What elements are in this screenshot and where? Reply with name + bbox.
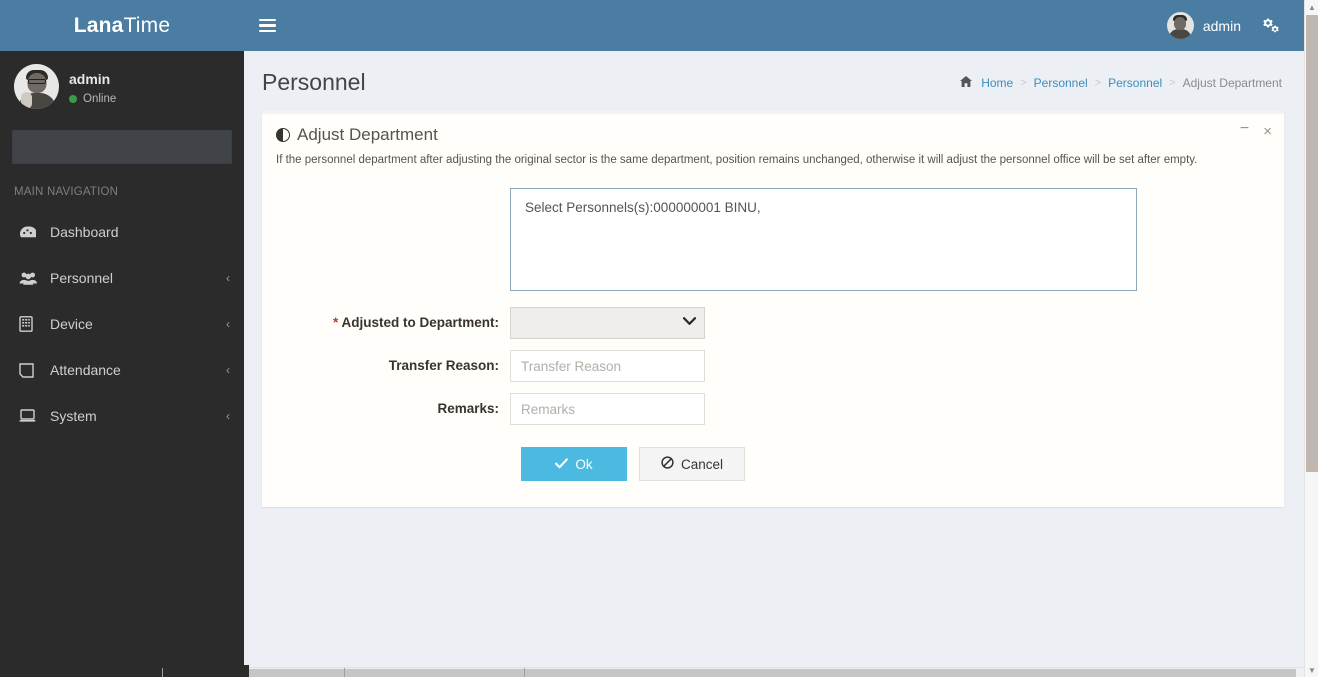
breadcrumb: Home > Personnel > Personnel > Adjust De… (960, 76, 1282, 90)
system-icon (19, 409, 41, 423)
navbar-user-menu[interactable]: admin (1153, 0, 1255, 51)
chevron-left-icon: ‹ (226, 317, 230, 331)
brand-logo[interactable]: Lana Time (0, 0, 244, 51)
nav-section-header: MAIN NAVIGATION (0, 174, 244, 209)
sidebar-item-label: Device (50, 316, 93, 332)
panel-title: Adjust Department (297, 125, 438, 144)
required-marker: * (332, 315, 339, 331)
adjust-contrast-icon (276, 128, 290, 142)
scroll-up-arrow[interactable]: ▲ (1305, 0, 1318, 14)
app-root: Lana Time admin Online MAIN NAVIGATION D… (0, 0, 1318, 677)
brand-bold: Lana (73, 13, 124, 37)
hamburger-icon[interactable] (244, 0, 290, 51)
sidebar-item-label: Attendance (50, 362, 121, 378)
ok-button-label: Ok (575, 456, 593, 472)
main-content: admin Personnel Home > Personnel > Perso… (244, 0, 1304, 677)
scroll-down-arrow[interactable]: ▼ (1305, 663, 1318, 677)
chevron-left-icon: ‹ (226, 271, 230, 285)
avatar-small (1166, 12, 1194, 39)
gears-icon[interactable] (1255, 0, 1294, 51)
panel-heading: Adjust Department If the personnel depar… (262, 114, 1284, 174)
breadcrumb-item-home[interactable]: Home (981, 76, 1013, 90)
selected-personnel-row: Select Personnels(s):000000001 BINU, (276, 188, 1270, 296)
sidebar-user-status: Online (69, 93, 116, 105)
panel-description: If the personnel department after adjust… (276, 154, 1198, 166)
department-label-text: Adjusted to Department: (341, 315, 499, 331)
sidebar-search-wrap (0, 122, 244, 174)
attendance-icon (19, 362, 41, 378)
remarks-control (510, 393, 1270, 426)
sidebar-item-device[interactable]: Device ‹ (0, 301, 244, 347)
breadcrumb-item-personnel-2[interactable]: Personnel (1108, 76, 1162, 90)
sidebar-item-system[interactable]: System ‹ (0, 393, 244, 439)
horizontal-scrollbar[interactable] (162, 667, 1304, 677)
sidebar-user-name: admin (69, 70, 111, 87)
department-control (510, 307, 1270, 340)
vertical-scrollbar[interactable]: ▲ ▼ (1304, 0, 1318, 677)
remarks-input[interactable] (510, 393, 705, 426)
panel-tools: − × (1240, 121, 1272, 139)
sidebar-item-label: Personnel (50, 270, 114, 286)
transfer-reason-input[interactable] (510, 350, 705, 383)
content-header: Personnel Home > Personnel > Personnel >… (244, 51, 1304, 111)
selected-personnel-label-spacer (276, 188, 510, 196)
users-icon (19, 271, 41, 286)
sidebar: Lana Time admin Online MAIN NAVIGATION D… (0, 0, 244, 677)
brand-light: Time (123, 13, 171, 37)
panel-body: Select Personnels(s):000000001 BINU, * A… (262, 174, 1284, 507)
breadcrumb-item-current: Adjust Department (1182, 76, 1282, 90)
online-status-icon (69, 94, 77, 103)
home-icon (960, 76, 973, 90)
selected-personnel-control: Select Personnels(s):000000001 BINU, (510, 188, 1270, 296)
sidebar-user-status-label: Online (83, 92, 117, 105)
department-label: * Adjusted to Department: (276, 307, 510, 330)
sidebar-nav-list: Dashboard Personnel ‹ Device ‹ Attendanc… (0, 209, 244, 439)
avatar (14, 64, 59, 109)
department-select[interactable] (510, 307, 705, 340)
navbar-user-name: admin (1202, 17, 1241, 34)
vertical-scrollbar-thumb[interactable] (1306, 15, 1318, 472)
minimize-icon[interactable]: − (1240, 121, 1249, 137)
top-navbar: admin (244, 0, 1304, 51)
transfer-reason-row: Transfer Reason: (276, 350, 1270, 383)
sidebar-item-label: System (50, 408, 97, 424)
sidebar-item-dashboard[interactable]: Dashboard (0, 209, 244, 255)
cancel-button[interactable]: Cancel (639, 447, 745, 482)
transfer-reason-control (510, 350, 1270, 383)
ban-icon (661, 456, 674, 472)
form-buttons: Ok Cancel (521, 447, 1270, 482)
sidebar-item-label: Dashboard (50, 224, 119, 240)
sidebar-user-info: admin Online (69, 69, 116, 105)
breadcrumb-separator: > (1094, 77, 1102, 89)
sidebar-item-personnel[interactable]: Personnel ‹ (0, 255, 244, 301)
device-icon (19, 316, 41, 332)
page-title: Personnel (262, 69, 366, 95)
remarks-row: Remarks: (276, 393, 1270, 426)
breadcrumb-item-personnel-1[interactable]: Personnel (1034, 76, 1088, 90)
sidebar-bottom-edge (244, 665, 249, 677)
ok-button[interactable]: Ok (521, 447, 627, 482)
chevron-left-icon: ‹ (226, 409, 230, 423)
breadcrumb-separator: > (1169, 77, 1176, 89)
dashboard-icon (19, 225, 41, 240)
department-select-wrap (510, 307, 705, 340)
breadcrumb-separator: > (1020, 77, 1027, 89)
selected-personnel-textarea[interactable]: Select Personnels(s):000000001 BINU, (510, 188, 1137, 292)
navbar-right: admin (1153, 0, 1304, 51)
sidebar-item-attendance[interactable]: Attendance ‹ (0, 347, 244, 393)
transfer-reason-label: Transfer Reason: (388, 358, 499, 374)
sidebar-user-panel[interactable]: admin Online (0, 51, 244, 122)
search-input[interactable] (12, 130, 232, 164)
adjust-department-panel: Adjust Department If the personnel depar… (262, 111, 1284, 508)
remarks-label: Remarks: (437, 401, 499, 417)
cancel-button-label: Cancel (680, 456, 724, 472)
close-icon[interactable]: × (1263, 124, 1272, 139)
chevron-left-icon: ‹ (226, 363, 230, 377)
department-row: * Adjusted to Department: (276, 307, 1270, 340)
panel-title-row: Adjust Department (276, 125, 1270, 145)
check-icon (555, 457, 569, 472)
horizontal-scrollbar-thumb[interactable] (244, 669, 1296, 677)
